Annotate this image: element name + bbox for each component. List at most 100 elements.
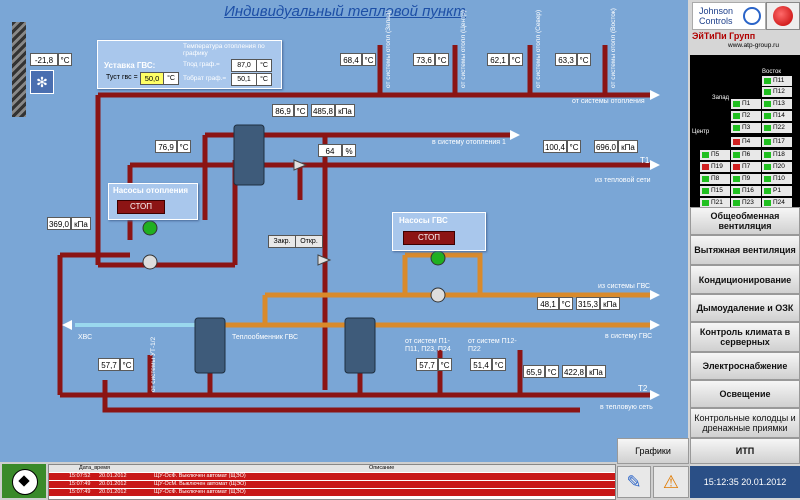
zone-status-icon xyxy=(733,152,740,158)
zone-status-icon xyxy=(764,164,771,170)
nav-power-supply[interactable]: Электроснабжение xyxy=(690,352,800,380)
mid2-temp-unit: °C xyxy=(492,358,506,371)
log-date: 20.01.2012 xyxy=(99,481,127,487)
nav-smoke-removal[interactable]: Дымоудаление и ОЗК xyxy=(690,294,800,322)
zone-п3[interactable]: П3 xyxy=(731,123,761,133)
gvs-temp-unit: °C xyxy=(559,297,573,310)
zone-п10[interactable]: П10 xyxy=(762,174,792,184)
zone-п1[interactable]: П1 xyxy=(731,99,761,109)
branch-north-unit: °C xyxy=(509,53,523,66)
hx-top-temp: 86,9 xyxy=(272,104,294,117)
gvs-temp: 48,1 xyxy=(537,297,559,310)
zone-п13[interactable]: П13 xyxy=(762,99,792,109)
nav-lighting[interactable]: Освещение xyxy=(690,380,800,408)
t2-press-unit: кПа xyxy=(586,365,606,378)
zone-status-icon xyxy=(702,176,709,182)
log-header-desc: Описание xyxy=(369,465,395,471)
nav-exhaust-ventilation[interactable]: Вытяжная вентиляция xyxy=(690,235,800,265)
company-url: www.atp-group.ru xyxy=(728,42,779,49)
gvs-pumps-title: Насосы ГВС xyxy=(399,216,448,225)
soccer-ball-icon xyxy=(2,464,46,498)
zone-status-icon xyxy=(764,89,771,95)
mid-temp-unit: °C xyxy=(438,358,452,371)
zone-п18[interactable]: П18 xyxy=(762,150,792,160)
zone-п20[interactable]: П20 xyxy=(762,162,792,172)
tpod-label: Тпод граф.= xyxy=(183,61,220,68)
zone-status-icon xyxy=(733,164,740,170)
nav-itp[interactable]: ИТП xyxy=(690,438,800,464)
from-p12-label: от систем П12-П22 xyxy=(468,338,517,353)
t2-press: 422,8 xyxy=(562,365,586,378)
log-time: 15:07:49 xyxy=(69,489,91,495)
to-heating1-label: в систему отопления 1 xyxy=(432,139,506,146)
log-row[interactable]: 15:07:49 20.01.2012 ЩУ-ОсФ. Выключен авт… xyxy=(49,489,615,496)
tobr-unit: °C xyxy=(256,73,272,86)
zone-п22[interactable]: П22 xyxy=(762,123,792,133)
heating-pumps-panel: Насосы отопления СТОП xyxy=(108,183,198,220)
t1-press: 696,0 xyxy=(594,140,618,153)
zone-status-icon xyxy=(764,176,771,182)
zone-п11[interactable]: П11 xyxy=(762,76,792,86)
zone-п15[interactable]: П15 xyxy=(700,186,730,196)
gvs-pumps-state-button[interactable]: СТОП xyxy=(403,231,455,245)
valve-position: 64 xyxy=(318,144,342,157)
zone-п19[interactable]: П19 xyxy=(700,162,730,172)
snowflake-icon: ✻ xyxy=(30,70,54,94)
mid2-temp: 51,4 xyxy=(470,358,492,371)
zone-п9[interactable]: П9 xyxy=(731,174,761,184)
zone-status-icon xyxy=(764,139,771,145)
zone-п7[interactable]: П7 xyxy=(731,162,761,172)
zone-п5[interactable]: П5 xyxy=(700,150,730,160)
zone-р1[interactable]: Р1 xyxy=(762,186,792,196)
gvs-press: 315,3 xyxy=(576,297,600,310)
log-row[interactable]: 15:07:49 20.01.2012 ЩУ-ОсМ. Выключен авт… xyxy=(49,481,615,488)
tools-icon[interactable]: ✎ xyxy=(617,466,651,498)
t2-label: T2 xyxy=(638,384,648,393)
warning-icon[interactable]: ⚠ xyxy=(653,466,689,498)
heat-press-unit: кПа xyxy=(71,217,91,230)
log-row[interactable]: 15:07:52 20.01.2012 ЩУ-ОсФ. Выключен авт… xyxy=(49,473,615,480)
zone-status-icon xyxy=(733,176,740,182)
zone-status-icon xyxy=(764,200,771,206)
hx-top-press: 485,8 xyxy=(311,104,335,117)
company-name: ЭйТиПи Групп xyxy=(692,31,756,41)
zone-п17[interactable]: П17 xyxy=(762,137,792,147)
t1-temp-unit: °C xyxy=(567,140,581,153)
left-temp-unit: °C xyxy=(120,358,134,371)
tust-input[interactable]: 50,0 xyxy=(140,72,164,85)
event-log[interactable]: Дата_время Описание 15:07:52 20.01.2012 … xyxy=(48,464,616,500)
zone-п4[interactable]: П4 xyxy=(731,137,761,147)
zone-п16[interactable]: П16 xyxy=(731,186,761,196)
heating-pumps-state-button[interactable]: СТОП xyxy=(117,200,165,214)
zone-п2[interactable]: П2 xyxy=(731,111,761,121)
nav-drainage[interactable]: Контрольные колодцы и дренажные приямки xyxy=(690,408,800,438)
zone-п6[interactable]: П6 xyxy=(731,150,761,160)
tpod-value: 87,0 xyxy=(231,59,257,72)
graph-title: Температура отопления по графику xyxy=(183,43,265,57)
branch-center-temp: 73,6 xyxy=(413,53,435,66)
zone-п8[interactable]: П8 xyxy=(700,174,730,184)
graphs-button[interactable]: Графики xyxy=(617,438,689,464)
log-header-datetime: Дата_время xyxy=(79,465,111,471)
branch-north-label: от системы отопл (Север) xyxy=(535,9,542,88)
nav-general-ventilation[interactable]: Общеобменная вентиляция xyxy=(690,207,800,235)
supply-temp-unit: °C xyxy=(177,140,191,153)
zone-п12[interactable]: П12 xyxy=(762,87,792,97)
valve-open-button[interactable]: Откр. xyxy=(295,235,323,248)
valve-close-button[interactable]: Закр. xyxy=(268,235,296,248)
setpoint-title: Уставка ГВС: xyxy=(104,61,156,70)
from-p1-label: от систем П1-П11, П23, П24 xyxy=(405,338,451,353)
brand-line1: Johnson xyxy=(699,6,734,16)
tpod-unit: °C xyxy=(256,59,272,72)
alarm-button[interactable] xyxy=(766,2,800,30)
caption-east: Восток xyxy=(762,69,781,75)
branch-east-temp: 63,3 xyxy=(555,53,577,66)
nav-conditioning[interactable]: Кондиционирование xyxy=(690,265,800,294)
hx-top-temp-unit: °C xyxy=(294,104,308,117)
outdoor-sensor xyxy=(12,22,26,117)
t2-temp-unit: °C xyxy=(545,365,559,378)
gvs-pumps-panel: Насосы ГВС СТОП xyxy=(392,212,486,251)
zone-п14[interactable]: П14 xyxy=(762,111,792,121)
nav-server-climate[interactable]: Контроль климата в серверных xyxy=(690,322,800,352)
zone-status-icon xyxy=(733,139,740,145)
